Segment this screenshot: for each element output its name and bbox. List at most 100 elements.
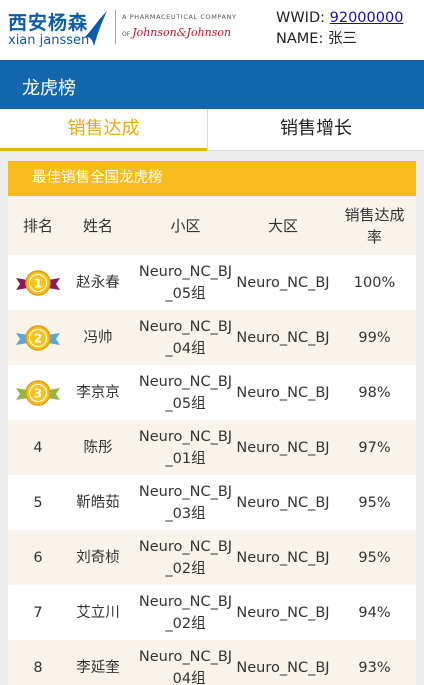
rank-cell: 5 [33, 494, 43, 511]
table-row: 5 靳皓茹 Neuro_NC_BJ _03组 Neuro_NC_BJ 95% [8, 475, 416, 530]
achievement-rate-cell: 95% [358, 494, 391, 511]
sub-region-line2: _04组 [165, 670, 206, 685]
region-cell: Neuro_NC_BJ [236, 329, 330, 346]
achievement-rate-cell: 98% [358, 384, 391, 401]
achievement-rate-cell: 99% [358, 329, 391, 346]
parent-company-name: Johnson&Johnson [132, 26, 232, 39]
page-title: 龙虎榜 [22, 78, 76, 99]
logo-chinese-text: 西安杨森 [8, 12, 89, 34]
medal-rank-number: 3 [34, 386, 42, 400]
leaderboard-title: 最佳销售全国龙虎榜 [8, 161, 416, 196]
header-achievement-rate: 销售达成 率 [333, 196, 416, 255]
title-bar: 龙虎榜 [0, 60, 424, 109]
header-region: 大区 [267, 216, 298, 235]
sub-region-line1: Neuro_NC_BJ [138, 538, 233, 555]
wwid-link[interactable]: 92000000 [330, 10, 404, 26]
sub-region-cell: Neuro_NC_BJ _02组 [128, 585, 243, 640]
sub-region-cell: Neuro_NC_BJ _04组 [128, 640, 243, 685]
sub-region-line1: Neuro_NC_BJ [138, 263, 233, 280]
region-cell: Neuro_NC_BJ [236, 604, 330, 621]
user-info: WWID: 92000000 NAME: 张三 [276, 8, 403, 50]
sub-region-line2: _03组 [165, 505, 206, 522]
logo-divider [115, 10, 116, 44]
sub-region-line2: _05组 [165, 285, 206, 302]
rank-1-medal-icon: 1 [16, 269, 60, 296]
name-cell: 冯帅 [83, 329, 113, 346]
wwid-label: WWID: [276, 10, 326, 26]
name-cell: 赵永春 [76, 274, 120, 291]
rank-2-medal-icon: 2 [16, 324, 60, 351]
sub-region-line1: Neuro_NC_BJ [138, 593, 233, 610]
name-cell: 陈彤 [83, 439, 113, 456]
tab-bar: 销售达成 销售增长 [0, 109, 424, 151]
name-line: NAME: 张三 [276, 29, 403, 50]
table-row: 8 李延奎 Neuro_NC_BJ _04组 Neuro_NC_BJ 93% [8, 640, 416, 685]
name-label: NAME: [276, 31, 324, 47]
wwid-line: WWID: 92000000 [276, 8, 403, 29]
sub-region-line2: _02组 [165, 615, 206, 632]
logo-english-text: xian janssen [8, 33, 90, 48]
of-text: OF [122, 31, 131, 38]
leaderboard-area: 最佳销售全国龙虎榜 排名 姓名 小区 大区 销售达成 率 1 赵永春 Neuro_N… [0, 151, 424, 685]
rank-cell: 3 [8, 365, 68, 420]
brand-header: 西安杨森 xian janssen A PHARMACEUTICAL COMPA… [0, 0, 424, 60]
region-cell: Neuro_NC_BJ [236, 659, 330, 676]
name-value: 张三 [327, 31, 357, 47]
region-cell: Neuro_NC_BJ [236, 274, 330, 291]
achievement-rate-cell: 100% [353, 274, 396, 291]
region-cell: Neuro_NC_BJ [236, 439, 330, 456]
achievement-rate-cell: 95% [358, 549, 391, 566]
name-cell: 艾立川 [76, 604, 120, 621]
sub-region-line1: Neuro_NC_BJ [138, 483, 233, 500]
xian-janssen-logo: 西安杨森 xian janssen [8, 6, 108, 52]
table-row: 4 陈彤 Neuro_NC_BJ _01组 Neuro_NC_BJ 97% [8, 420, 416, 475]
sub-region-line2: _01组 [165, 450, 206, 467]
medal-rank-number: 1 [34, 276, 42, 290]
table-row: 7 艾立川 Neuro_NC_BJ _02组 Neuro_NC_BJ 94% [8, 585, 416, 640]
medal-rank-number: 2 [34, 331, 42, 345]
sub-region-line2: _02组 [165, 560, 206, 577]
rank-3-medal-icon: 3 [16, 379, 60, 406]
header-sub-region: 小区 [170, 216, 201, 235]
sub-region-line1: Neuro_NC_BJ [138, 318, 233, 335]
region-cell: Neuro_NC_BJ [236, 494, 330, 511]
swoosh-logo-icon [84, 11, 107, 46]
name-cell: 李京京 [76, 384, 120, 401]
header-name: 姓名 [82, 216, 113, 235]
achievement-rate-cell: 97% [358, 439, 391, 456]
name-cell: 靳皓茹 [76, 494, 120, 511]
tab-sales-achievement[interactable]: 销售达成 [0, 109, 207, 151]
leaderboard-card: 最佳销售全国龙虎榜 排名 姓名 小区 大区 销售达成 率 1 赵永春 Neuro_N… [8, 161, 416, 685]
sub-region-cell: Neuro_NC_BJ _02组 [128, 530, 243, 585]
rank-cell: 6 [33, 549, 43, 566]
rank-cell: 2 [8, 310, 68, 365]
achievement-rate-cell: 93% [358, 659, 391, 676]
sub-region-line2: _05组 [165, 395, 206, 412]
header-rate-line1: 销售达成 [344, 205, 405, 224]
sub-region-cell: Neuro_NC_BJ _03组 [128, 475, 243, 530]
tab-sales-growth[interactable]: 销售增长 [207, 109, 424, 151]
sub-region-line1: Neuro_NC_BJ [138, 373, 233, 390]
parent-company-logo: OF Johnson&Johnson [122, 26, 231, 39]
sub-region-line2: _04组 [165, 340, 206, 357]
header-rank: 排名 [22, 216, 53, 235]
region-cell: Neuro_NC_BJ [236, 549, 330, 566]
table-row: 3 李京京 Neuro_NC_BJ _05组 Neuro_NC_BJ 98% [8, 365, 416, 420]
name-cell: 李延奎 [76, 659, 120, 676]
sub-region-cell: Neuro_NC_BJ _05组 [128, 365, 243, 420]
header-rate-line2: 率 [366, 227, 382, 246]
region-cell: Neuro_NC_BJ [236, 384, 330, 401]
sub-region-cell: Neuro_NC_BJ _05组 [128, 255, 243, 310]
table-row: 1 赵永春 Neuro_NC_BJ _05组 Neuro_NC_BJ 100% [8, 255, 416, 310]
name-cell: 刘奇桢 [76, 549, 120, 566]
sub-region-line1: Neuro_NC_BJ [138, 428, 233, 445]
table-row: 6 刘奇桢 Neuro_NC_BJ _02组 Neuro_NC_BJ 95% [8, 530, 416, 585]
rank-cell: 4 [33, 439, 43, 456]
table-row: 2 冯帅 Neuro_NC_BJ _04组 Neuro_NC_BJ 99% [8, 310, 416, 365]
rank-cell: 1 [8, 255, 68, 310]
pharma-company-line: A PHARMACEUTICAL COMPANY [122, 13, 237, 21]
rank-cell: 7 [33, 604, 43, 621]
achievement-rate-cell: 94% [358, 604, 391, 621]
sub-region-cell: Neuro_NC_BJ _01组 [128, 420, 243, 475]
sub-region-line1: Neuro_NC_BJ [138, 648, 233, 665]
